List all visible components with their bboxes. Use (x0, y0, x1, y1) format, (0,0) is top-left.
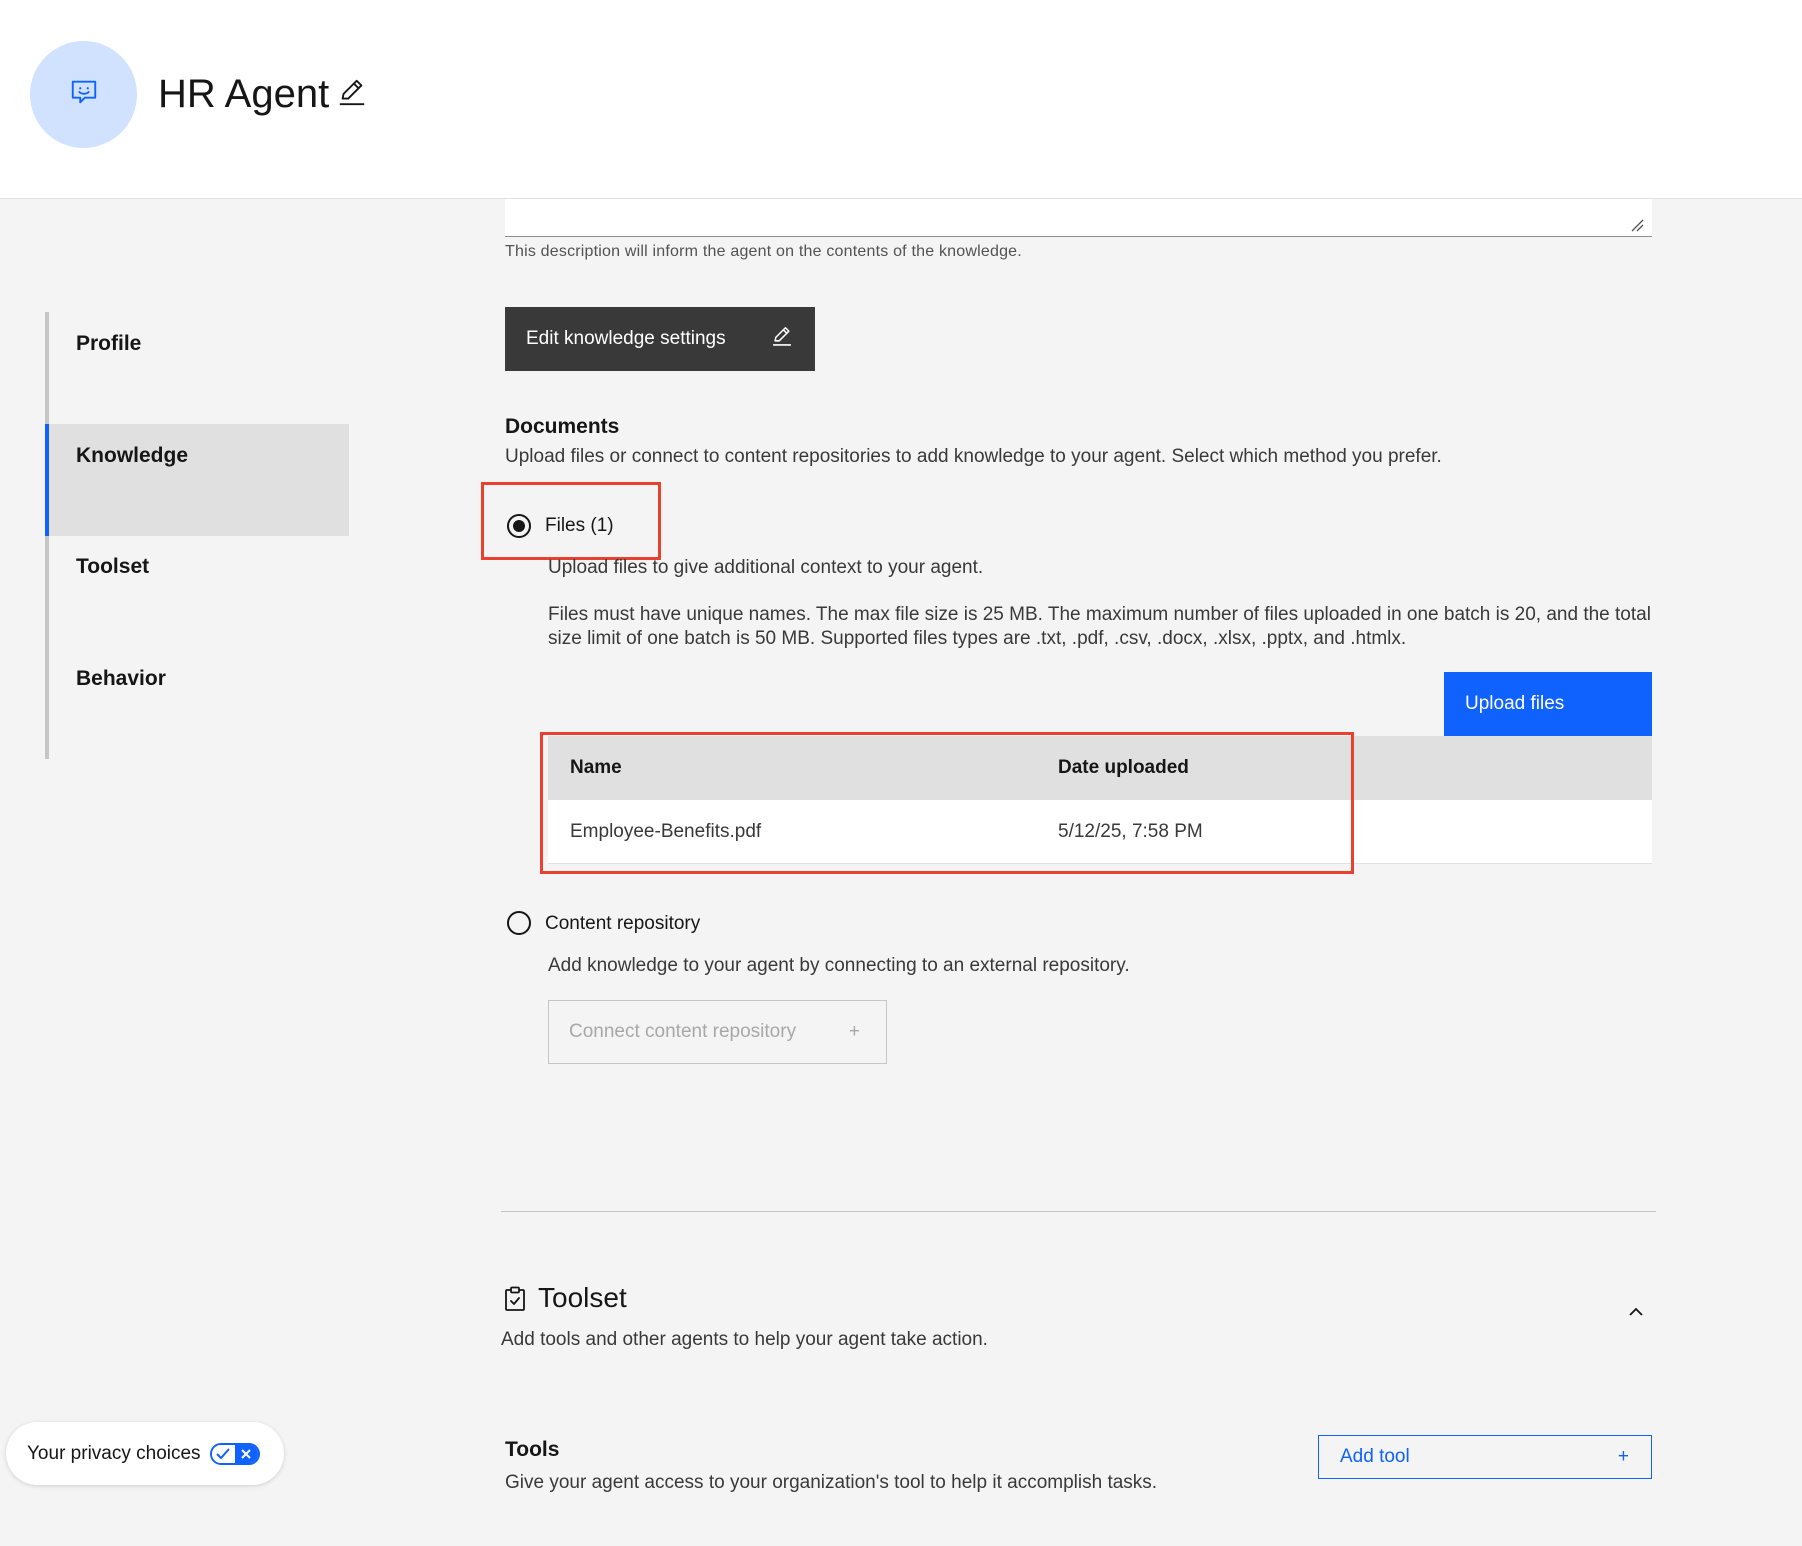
content-repository-radio-label[interactable]: Content repository (545, 913, 700, 935)
files-description: Upload files to give additional context … (548, 557, 984, 578)
files-upload-rules: Files must have unique names. The max fi… (548, 604, 1651, 649)
chat-bot-icon (69, 77, 99, 112)
section-divider (501, 1211, 1656, 1212)
sidebar-item-profile[interactable]: Profile (45, 312, 349, 424)
sidebar-item-label: Toolset (76, 555, 150, 578)
sidebar-item-label: Knowledge (76, 444, 189, 467)
button-label: Add tool (1340, 1446, 1410, 1467)
documents-heading: Documents (505, 415, 620, 438)
toolset-description: Add tools and other agents to help your … (501, 1329, 988, 1350)
agent-name-title: HR Agent (158, 72, 330, 116)
upload-files-button[interactable]: Upload files (1444, 672, 1652, 736)
page-header: HR Agent (0, 0, 1802, 199)
agent-avatar (30, 41, 137, 148)
resize-handle-icon[interactable] (1630, 218, 1644, 232)
description-helper-text: This description will inform the agent o… (505, 243, 1022, 260)
toolset-heading: Toolset (538, 1282, 627, 1313)
edit-name-button[interactable] (334, 76, 370, 112)
files-highlight-box (481, 482, 661, 560)
chevron-up-icon[interactable] (1624, 1300, 1648, 1324)
connect-content-repository-button[interactable]: Connect content repository + (548, 1000, 887, 1064)
sidebar-item-behavior[interactable]: Behavior (45, 647, 349, 759)
button-label: Upload files (1465, 693, 1565, 714)
sidebar-item-knowledge[interactable]: Knowledge (45, 424, 349, 536)
add-tool-button[interactable]: Add tool + (1318, 1435, 1652, 1479)
plus-icon: + (1617, 1446, 1629, 1467)
pencil-icon (337, 77, 367, 112)
sidebar-item-label: Behavior (76, 667, 166, 690)
content-repository-radio-button[interactable] (507, 911, 531, 935)
table-highlight-box (540, 732, 1354, 874)
content-repository-description: Add knowledge to your agent by connectin… (548, 955, 1130, 976)
sidebar-item-label: Profile (76, 332, 142, 355)
tools-description: Give your agent access to your organizat… (505, 1472, 1158, 1493)
privacy-label: Your privacy choices (27, 1442, 201, 1464)
documents-description: Upload files or connect to content repos… (505, 446, 1442, 467)
pencil-icon (771, 325, 793, 353)
edit-knowledge-settings-button[interactable]: Edit knowledge settings (505, 307, 815, 371)
plus-icon: + (848, 1021, 860, 1042)
privacy-choices-button[interactable]: Your privacy choices (6, 1422, 284, 1485)
privacy-toggle-icon (209, 1442, 260, 1465)
knowledge-description-textarea[interactable] (505, 199, 1652, 237)
sidebar-item-toolset[interactable]: Toolset (45, 535, 349, 647)
clipboard-check-icon (504, 1286, 526, 1312)
tools-heading: Tools (505, 1438, 560, 1461)
button-label: Edit knowledge settings (526, 328, 726, 349)
button-label: Connect content repository (569, 1021, 797, 1042)
